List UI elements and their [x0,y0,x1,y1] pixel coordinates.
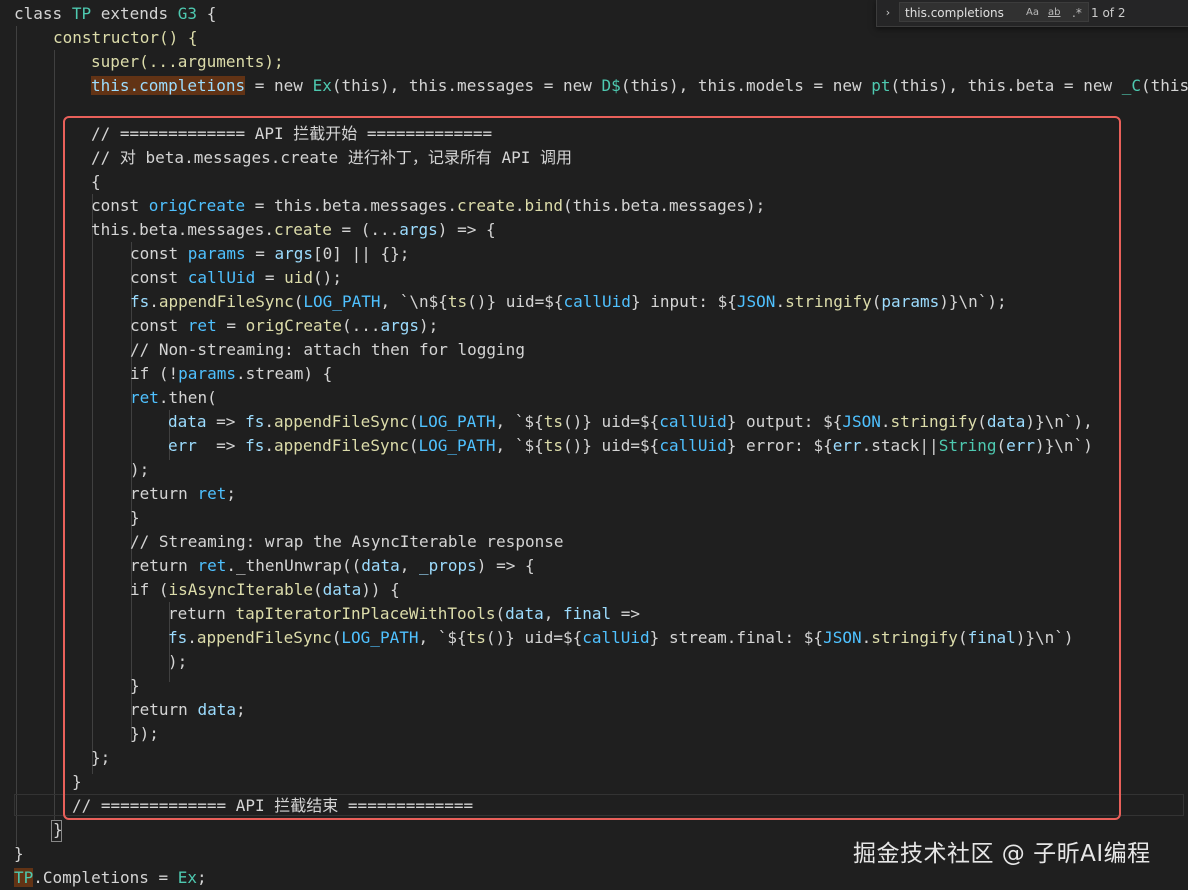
class-name: TP [71,4,92,23]
class-name: Ex [312,76,332,95]
match-case-button[interactable]: Aa [1026,6,1039,20]
indent-guide [54,50,55,820]
code-line[interactable]: TP.Completions = Ex; [14,866,207,890]
code-line[interactable]: this.completions = new Ex(this), this.me… [91,74,1188,98]
class-name: TP [14,868,34,887]
class-name: _C [1121,76,1141,95]
brace: { [206,4,217,23]
code-token: (this), this.models = new [620,76,872,95]
code-line[interactable]: super(...arguments); [91,50,284,74]
code-line[interactable]: constructor() { [53,26,198,50]
super-call: super(...arguments); [91,52,284,71]
class-name: pt [871,76,891,95]
code-line[interactable]: class TP extends G3 { [14,2,216,26]
code-token: ; [197,868,207,887]
code-token: (this [1140,76,1188,95]
find-input[interactable]: this.completions Aa ab .* [899,2,1089,22]
find-widget[interactable]: › this.completions Aa ab .* 1 of 2 [876,0,1188,27]
code-line[interactable]: } [14,842,24,866]
code-editor[interactable]: class TP extends G3 { constructor() { su… [0,0,1188,888]
constructor-decl: constructor() { [53,28,198,47]
find-query-text: this.completions [905,6,1004,20]
watermark-text: 掘金技术社区 @ 子昕AI编程 [853,841,1151,867]
code-token: (this), this.beta = new [890,76,1122,95]
indent-guide [16,26,17,846]
brace: } [14,844,24,863]
class-name: Ex [177,868,198,887]
brace: } [53,820,63,839]
class-name: D$ [601,76,621,95]
whole-word-button[interactable]: ab [1048,6,1060,20]
annotation-highlight-box [63,116,1121,820]
keyword: class [14,4,63,23]
code-token: .Completions = [33,868,178,887]
code-token: (this), this.messages = new [331,76,602,95]
code-line[interactable]: } [53,818,63,842]
match-count: 1 of 2 [1091,6,1126,20]
keyword: extends [100,4,169,23]
regex-button[interactable]: .* [1072,6,1082,20]
code-token: = new [245,76,313,95]
search-match[interactable]: this.completions [91,76,246,95]
class-name: G3 [177,4,198,23]
toggle-replace-chevron-icon[interactable]: › [881,4,895,22]
